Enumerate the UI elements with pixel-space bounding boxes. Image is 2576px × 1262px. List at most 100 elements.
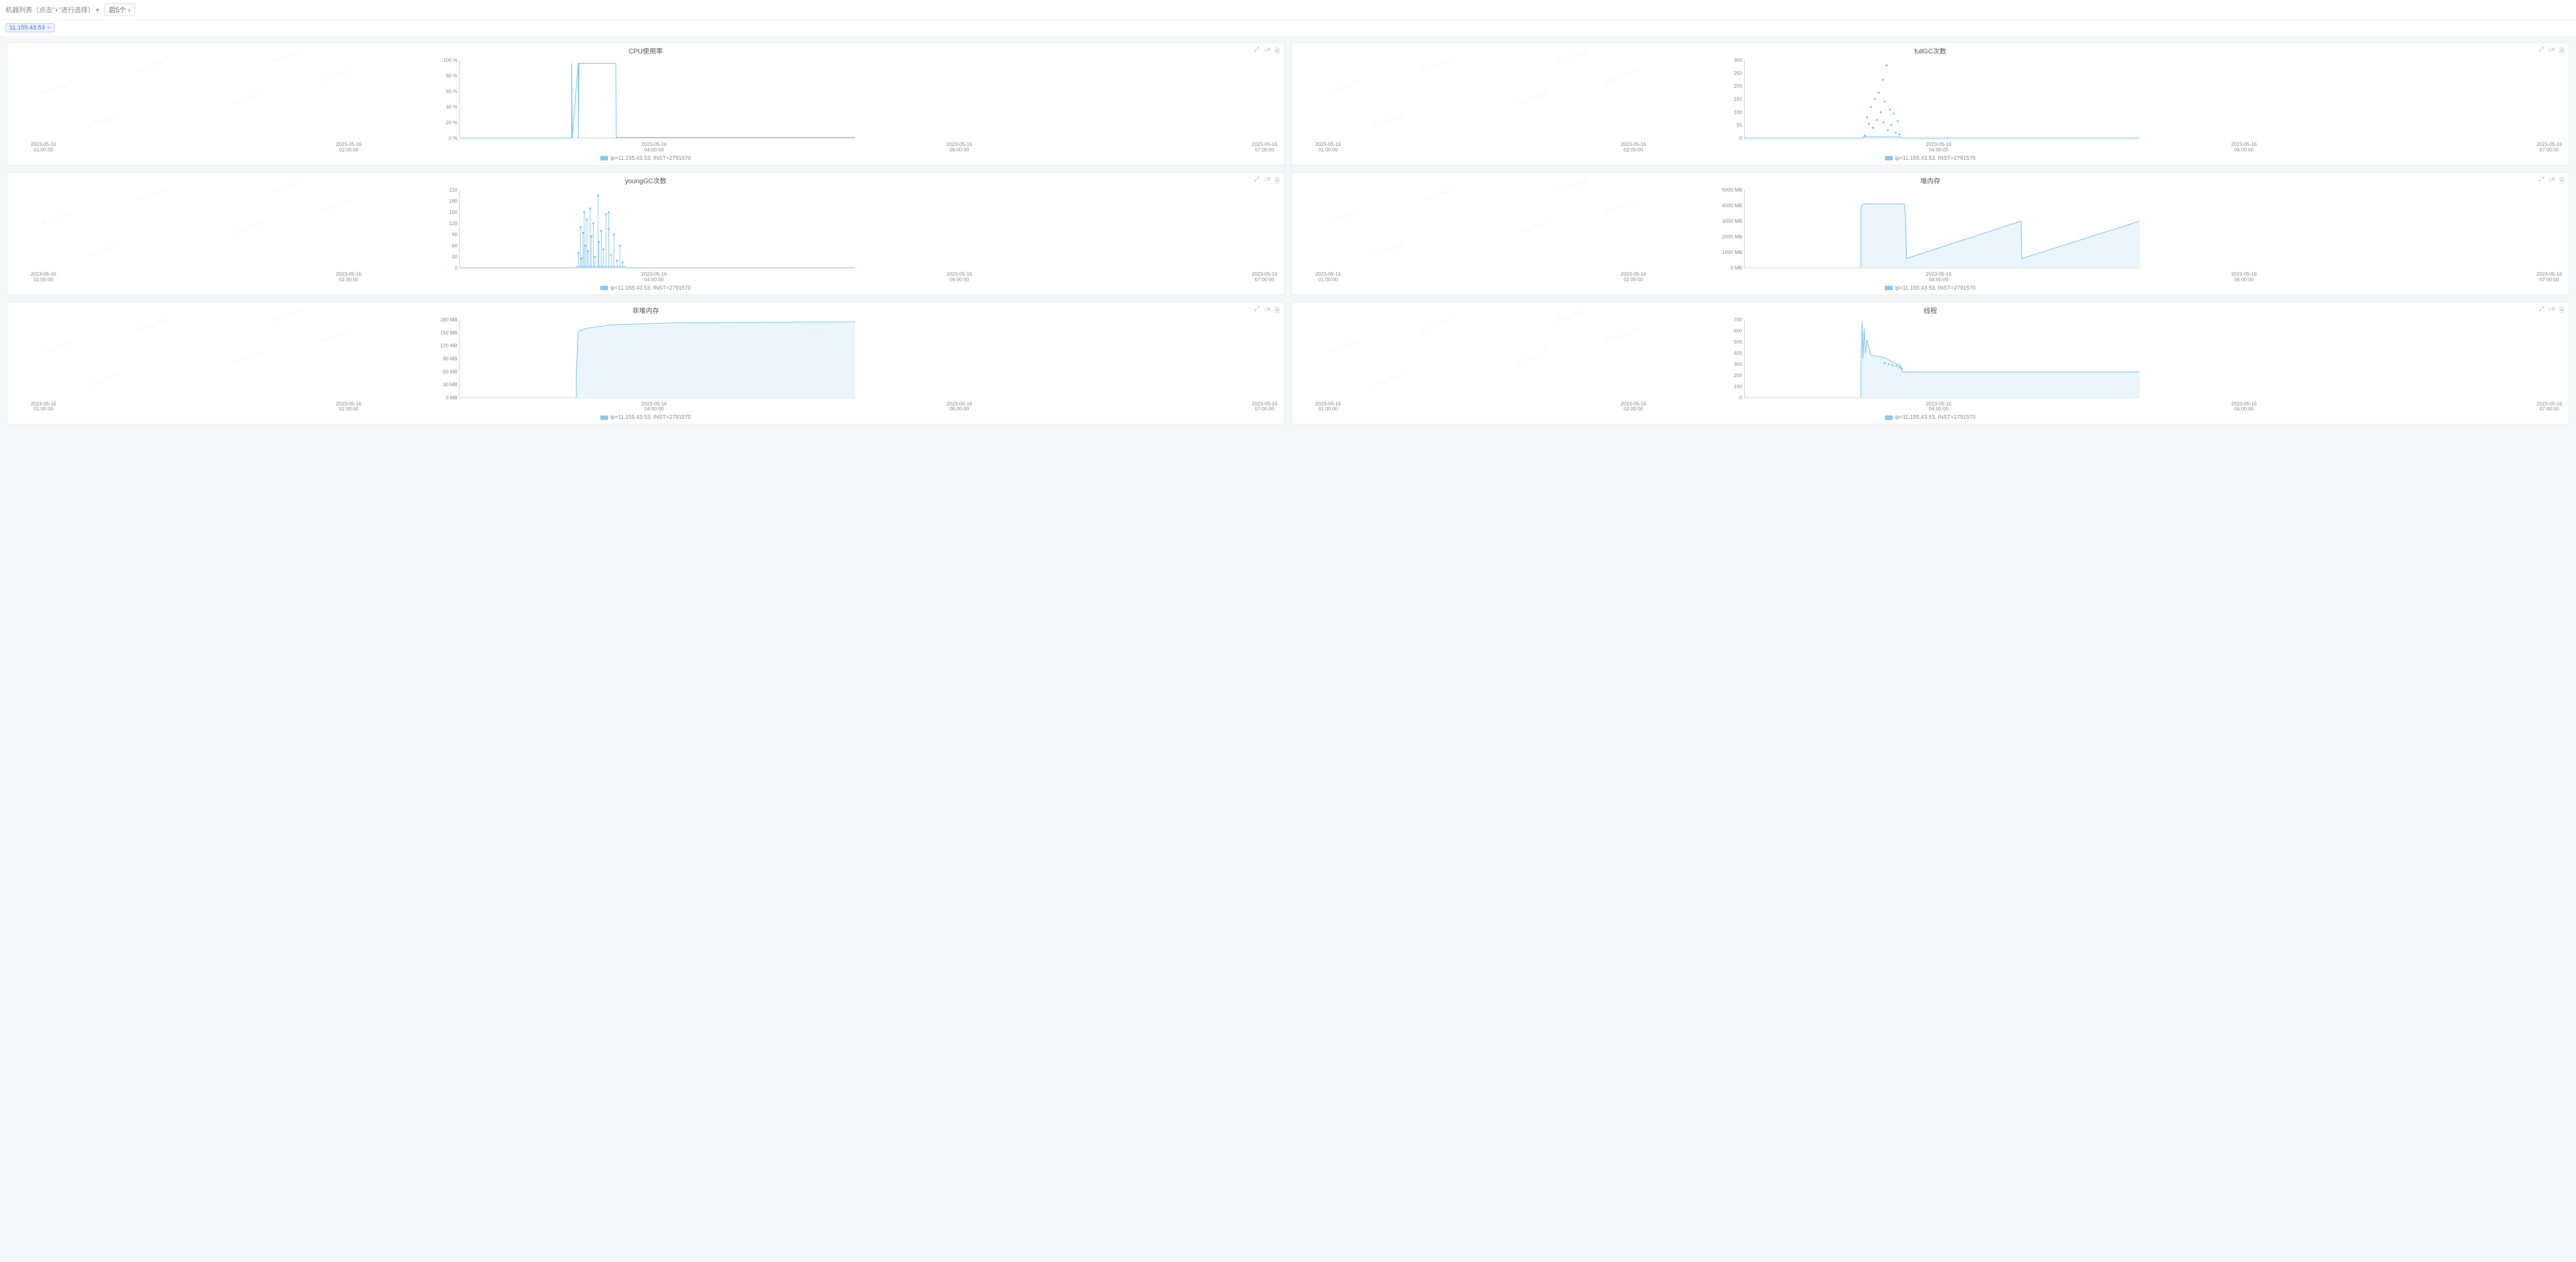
x-tick: 2023-05-1604:00:00 bbox=[1926, 142, 1951, 153]
x-tick: 2023-05-1604:00:00 bbox=[1926, 272, 1951, 283]
after-n-label: 后5个 bbox=[109, 5, 126, 14]
chart-title: CPU使用率 bbox=[12, 46, 1280, 56]
svg-text:150 MB: 150 MB bbox=[440, 330, 457, 335]
chart-plot[interactable]: 050100150200250300 bbox=[1296, 57, 2564, 140]
expand-icon[interactable]: ⤢ bbox=[2539, 46, 2544, 57]
ip-tag[interactable]: 11.155.43.53 × bbox=[6, 23, 55, 32]
chart-legend[interactable]: ip=11.155.43.53, INST=2791570 bbox=[1296, 413, 2564, 422]
chart-legend[interactable]: ip=11.155.43.53, INST=2791570 bbox=[12, 154, 1280, 163]
x-tick: 2023-05-1601:00:00 bbox=[31, 272, 56, 283]
export-icon[interactable]: 🗎 bbox=[2559, 306, 2564, 316]
legend-swatch bbox=[1885, 415, 1893, 420]
svg-text:600: 600 bbox=[1733, 328, 1742, 334]
x-tick: 2023-05-1601:00:00 bbox=[1315, 272, 1341, 283]
svg-text:5000 MB: 5000 MB bbox=[1722, 187, 1742, 193]
svg-text:0: 0 bbox=[1739, 135, 1742, 140]
chart-legend[interactable]: ip=11.155.43.53, INST=2791570 bbox=[12, 284, 1280, 292]
expand-icon[interactable]: ⤢ bbox=[1254, 306, 1259, 316]
tag-bar: 11.155.43.53 × bbox=[0, 19, 2576, 36]
x-tick: 2023-05-1604:00:00 bbox=[641, 142, 667, 153]
chart-card-nonheap: wuyuqunwuyuqunwuyuqunwuyuqunwuyuqunwuyuq… bbox=[7, 302, 1285, 425]
x-tick: 2023-05-1607:00:00 bbox=[1252, 272, 1277, 283]
legend-swatch bbox=[600, 286, 608, 290]
x-tick: 2023-05-1601:00:00 bbox=[1315, 142, 1341, 153]
legend-swatch bbox=[1885, 156, 1893, 160]
svg-text:150: 150 bbox=[1733, 96, 1742, 102]
export-icon[interactable]: 🗎 bbox=[2559, 46, 2564, 57]
sort-icon[interactable]: ↓≡ bbox=[1263, 46, 1270, 57]
legend-text: ip=11.155.43.53, INST=2791570 bbox=[1895, 414, 1975, 420]
x-tick: 2023-05-1607:00:00 bbox=[2536, 402, 2562, 413]
chart-plot[interactable]: 0100200300400500600700 bbox=[1296, 316, 2564, 400]
legend-text: ip=11.155.43.53, INST=2791570 bbox=[1895, 285, 1975, 291]
legend-swatch bbox=[600, 415, 608, 420]
chart-card-heap: wuyuqunwuyuqunwuyuqunwuyuqunwuyuqunwuyuq… bbox=[1291, 172, 2569, 295]
chart-plot[interactable]: 0 MB1000 MB2000 MB3000 MB4000 MB5000 MB bbox=[1296, 187, 2564, 270]
chart-card-cpu: wuyuqunwuyuqunwuyuqunwuyuqunwuyuqunwuyuq… bbox=[7, 42, 1285, 165]
export-icon[interactable]: 🗎 bbox=[1275, 306, 1280, 316]
chart-legend[interactable]: ip=11.155.43.53, INST=2791570 bbox=[1296, 284, 2564, 292]
expand-icon[interactable]: ⤢ bbox=[2539, 176, 2544, 187]
sort-icon[interactable]: ↓≡ bbox=[1263, 306, 1270, 316]
sort-icon[interactable]: ↓≡ bbox=[2548, 46, 2555, 57]
x-tick: 2023-05-1602:00:00 bbox=[336, 142, 361, 153]
export-icon[interactable]: 🗎 bbox=[1275, 176, 1280, 187]
chart-plot[interactable]: 0 MB30 MB60 MB90 MB120 MB150 MB180 MB bbox=[12, 316, 1280, 400]
chart-title: 线程 bbox=[1296, 306, 2564, 315]
after-n-button[interactable]: 后5个 › bbox=[104, 3, 136, 16]
chart-title: youngGC次数 bbox=[12, 176, 1280, 185]
svg-text:2000 MB: 2000 MB bbox=[1722, 234, 1742, 239]
x-tick: 2023-05-1601:00:00 bbox=[1315, 402, 1341, 413]
x-tick: 2023-05-1607:00:00 bbox=[2536, 142, 2562, 153]
chart-legend[interactable]: ip=11.155.43.53, INST=2791570 bbox=[12, 413, 1280, 422]
add-machine-icon[interactable]: + bbox=[96, 6, 100, 14]
export-icon[interactable]: 🗎 bbox=[1275, 46, 1280, 57]
svg-text:700: 700 bbox=[1733, 317, 1742, 322]
sort-icon[interactable]: ↓≡ bbox=[1263, 176, 1270, 187]
x-tick: 2023-05-1604:00:00 bbox=[641, 272, 667, 283]
sort-icon[interactable]: ↓≡ bbox=[2548, 306, 2555, 316]
chart-toolbar: ⤢ ↓≡ 🗎 bbox=[2539, 306, 2564, 316]
svg-text:250: 250 bbox=[1733, 70, 1742, 76]
svg-text:150: 150 bbox=[449, 209, 457, 215]
svg-text:100: 100 bbox=[1733, 384, 1742, 389]
chart-toolbar: ⤢ ↓≡ 🗎 bbox=[1254, 306, 1280, 316]
x-tick: 2023-05-1604:00:00 bbox=[1926, 402, 1951, 413]
svg-text:20 %: 20 % bbox=[446, 120, 458, 125]
x-tick: 2023-05-1607:00:00 bbox=[1252, 402, 1277, 413]
x-tick: 2023-05-1607:00:00 bbox=[1252, 142, 1277, 153]
svg-text:0: 0 bbox=[1739, 395, 1742, 400]
svg-text:500: 500 bbox=[1733, 339, 1742, 345]
chart-toolbar: ⤢ ↓≡ 🗎 bbox=[1254, 46, 1280, 57]
topbar: 机器列表（点击"+"进行选择） + 后5个 › bbox=[0, 0, 2576, 19]
chevron-right-icon: › bbox=[128, 6, 130, 14]
x-tick: 2023-05-1606:00:00 bbox=[947, 402, 972, 413]
svg-text:30: 30 bbox=[452, 254, 457, 260]
x-tick: 2023-05-1602:00:00 bbox=[1620, 402, 1646, 413]
chart-legend[interactable]: ip=11.155.43.53, INST=2791570 bbox=[1296, 154, 2564, 163]
legend-text: ip=11.155.43.53, INST=2791570 bbox=[1895, 155, 1975, 162]
svg-text:50: 50 bbox=[1736, 123, 1742, 128]
export-icon[interactable]: 🗎 bbox=[2559, 176, 2564, 187]
x-axis-labels: 2023-05-1601:00:002023-05-1602:00:002023… bbox=[12, 402, 1280, 414]
chart-title: 堆内存 bbox=[1296, 176, 2564, 185]
x-tick: 2023-05-1604:00:00 bbox=[641, 402, 667, 413]
x-axis-labels: 2023-05-1601:00:00 2023-05-1602:00:00 2023… bbox=[12, 142, 1280, 154]
expand-icon[interactable]: ⤢ bbox=[1254, 46, 1259, 57]
expand-icon[interactable]: ⤢ bbox=[1254, 176, 1259, 187]
chart-plot[interactable]: 0 %20 %40 %60 %80 %100 % bbox=[12, 57, 1280, 140]
machine-list-label: 机器列表（点击"+"进行选择） + bbox=[6, 5, 100, 14]
machine-list-text: 机器列表（点击"+"进行选择） bbox=[6, 5, 95, 14]
close-icon[interactable]: × bbox=[47, 25, 50, 31]
expand-icon[interactable]: ⤢ bbox=[2539, 306, 2544, 316]
svg-text:200: 200 bbox=[1733, 373, 1742, 378]
x-axis-labels: 2023-05-1601:00:002023-05-1602:00:002023… bbox=[12, 272, 1280, 284]
x-tick: 2023-05-1601:00:00 bbox=[31, 142, 56, 153]
svg-text:1000 MB: 1000 MB bbox=[1722, 250, 1742, 255]
x-tick: 2023-05-1602:00:00 bbox=[1620, 272, 1646, 283]
sort-icon[interactable]: ↓≡ bbox=[2548, 176, 2555, 187]
chart-plot[interactable]: 0306090120150180210 bbox=[12, 187, 1280, 270]
chart-card-threads: wuyuqunwuyuqunwuyuqunwuyuqunwuyuqunwuyuq… bbox=[1291, 302, 2569, 425]
svg-text:60: 60 bbox=[452, 243, 457, 248]
svg-text:300: 300 bbox=[1733, 361, 1742, 367]
